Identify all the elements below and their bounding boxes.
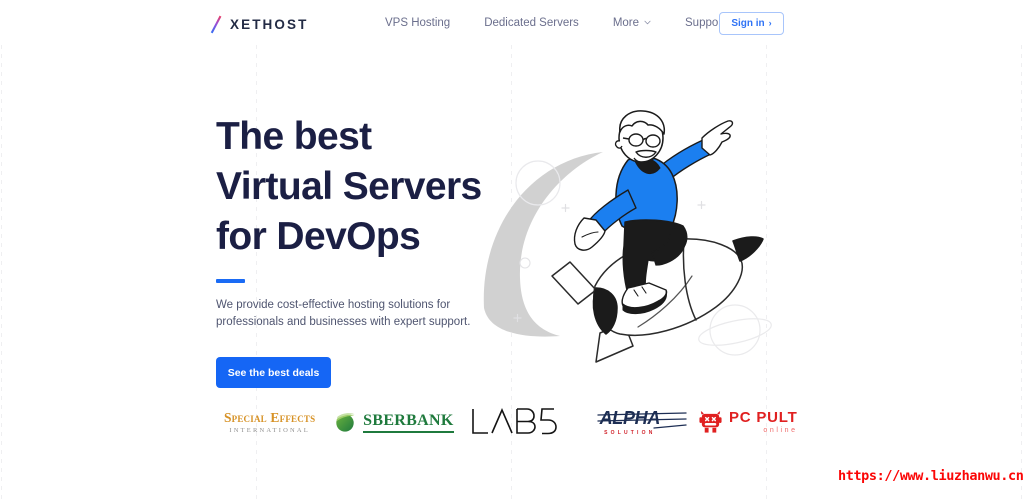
sberbank-leaf-icon bbox=[336, 413, 355, 432]
brand-wordmark: XETHOST bbox=[230, 17, 309, 32]
alpha-strike-lines bbox=[596, 411, 687, 429]
see-the-best-deals-button[interactable]: See the best deals bbox=[216, 357, 331, 388]
chevron-down-icon bbox=[644, 20, 651, 24]
partner-logo-alpha: ALPHA SOLUTION bbox=[572, 402, 688, 442]
chevron-right-icon: › bbox=[768, 18, 772, 28]
sign-in-button[interactable]: Sign in › bbox=[719, 12, 784, 35]
gridline-0 bbox=[1, 45, 2, 504]
partner-logos: Special Effects INTERNATIONAL SBERBANK A… bbox=[208, 402, 808, 442]
partner-logo-special-effects: Special Effects INTERNATIONAL bbox=[208, 402, 331, 442]
lab5-wordmark bbox=[472, 407, 558, 435]
hero-subcopy: We provide cost-effective hosting soluti… bbox=[216, 299, 471, 328]
slash-logo-icon bbox=[210, 15, 222, 34]
watermark-url: https://www.liuzhanwu.cn bbox=[838, 468, 1024, 484]
site-header: XETHOST VPS Hosting Dedicated Servers Mo… bbox=[0, 0, 1024, 47]
partner-name: SBERBANK bbox=[363, 412, 454, 433]
sign-in-label: Sign in bbox=[731, 18, 765, 29]
partner-name: PC PULT bbox=[728, 409, 798, 426]
partner-logo-sberbank: SBERBANK bbox=[331, 402, 456, 442]
partner-subtitle: INTERNATIONAL bbox=[229, 426, 310, 434]
nav-item-dedicated-servers[interactable]: Dedicated Servers bbox=[484, 16, 596, 30]
robot-icon bbox=[699, 410, 722, 433]
gridline-4 bbox=[1021, 45, 1022, 504]
partner-logo-pc-pult: PC PULT online bbox=[688, 402, 808, 442]
page-title: The best Virtual Servers for DevOps bbox=[216, 115, 482, 258]
nav-label: More bbox=[612, 17, 640, 29]
accent-bar bbox=[216, 279, 245, 283]
nav-item-more[interactable]: More bbox=[613, 16, 668, 30]
hero-content: The best Virtual Servers for DevOps We p… bbox=[216, 112, 482, 388]
nav-item-vps-hosting[interactable]: VPS Hosting bbox=[385, 16, 467, 30]
partner-name: Special Effects bbox=[223, 409, 316, 425]
partner-subtitle: online bbox=[763, 427, 798, 434]
nav-label: VPS Hosting bbox=[385, 17, 451, 29]
brand-logo[interactable]: XETHOST bbox=[210, 15, 308, 34]
nav-label: Dedicated Servers bbox=[484, 17, 579, 29]
hero-illustration bbox=[478, 108, 808, 383]
main-navigation: VPS Hosting Dedicated Servers More Suppo… bbox=[385, 16, 737, 30]
partner-logo-lab5 bbox=[456, 402, 572, 442]
